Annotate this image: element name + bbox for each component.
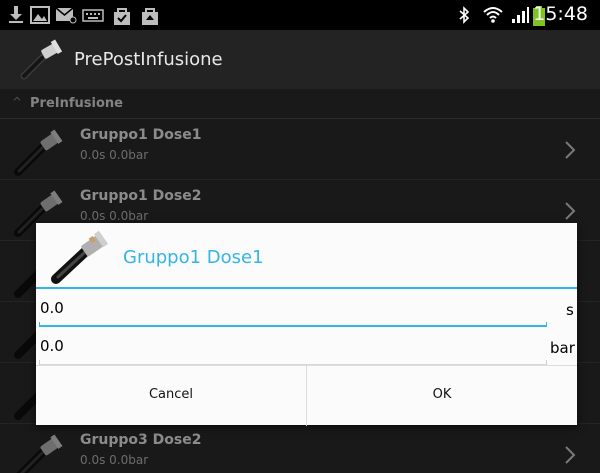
edit-dialog: Gruppo1 Dose1 s bar Cancel OK [36,223,577,426]
app-title: PrePostInfusione [74,49,223,70]
cancel-button[interactable]: Cancel [36,366,306,426]
input-underline [39,325,547,327]
bag-icon [114,8,130,25]
status-time: 15:48 [533,3,588,25]
action-bar: PrePostInfusione [0,30,600,89]
dialog-buttons: Cancel OK [36,365,577,426]
unit-label: bar [550,339,575,357]
dialog-header: Gruppo1 Dose1 [36,223,577,289]
bag-icon [142,8,158,25]
pressure-field: bar [36,329,577,365]
portafilter-icon [51,230,109,284]
status-bar: 15:48 [0,0,600,30]
bluetooth-icon [459,6,470,24]
unit-label: s [566,301,574,319]
seconds-field: s [36,291,577,327]
image-icon [30,6,50,24]
input-underline-tick [39,322,40,327]
pressure-input[interactable] [39,333,547,359]
keyboard-icon [82,9,104,22]
signal-icon [512,7,529,23]
input-underline-tick [546,322,547,327]
download-icon [9,6,23,23]
ok-button[interactable]: OK [307,366,577,426]
dialog-title: Gruppo1 Dose1 [123,247,264,268]
seconds-input[interactable] [39,295,547,321]
portafilter-icon[interactable] [20,38,66,80]
mail-icon [55,7,77,24]
wifi-icon [483,7,503,23]
